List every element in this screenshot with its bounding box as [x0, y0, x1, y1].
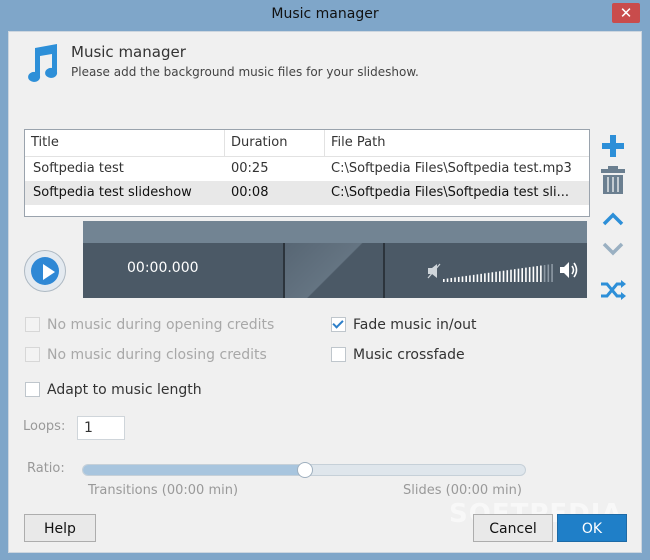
checkbox-label: Adapt to music length — [47, 382, 202, 398]
column-header-duration[interactable]: Duration — [225, 130, 325, 156]
volume-bar — [443, 279, 445, 282]
checkbox-box — [25, 381, 40, 397]
no-music-opening-checkbox[interactable]: No music during opening credits — [25, 316, 275, 333]
adapt-music-length-checkbox[interactable]: Adapt to music length — [25, 381, 202, 398]
row-file-path: C:\Softpedia Files\Softpedia test.mp3 — [331, 161, 572, 176]
volume-bar — [465, 275, 467, 282]
volume-bar — [476, 274, 479, 282]
volume-bar — [521, 268, 523, 282]
checkbox-label: Music crossfade — [353, 347, 465, 363]
volume-bar — [484, 273, 486, 282]
column-header-file-path[interactable]: File Path — [325, 130, 589, 156]
volume-bar — [491, 272, 494, 282]
volume-bar — [469, 275, 471, 282]
volume-bar — [461, 276, 464, 282]
chevron-up-icon[interactable] — [601, 210, 625, 228]
volume-bar — [517, 268, 520, 282]
loops-input[interactable]: 1 — [77, 416, 125, 440]
cancel-button[interactable]: Cancel — [473, 514, 553, 542]
fade-music-checkbox[interactable]: Fade music in/out — [331, 316, 477, 333]
waveform-strip — [83, 221, 587, 243]
checkbox-box — [331, 316, 346, 332]
volume-bar — [543, 265, 546, 282]
loops-label: Loops: — [23, 419, 66, 434]
volume-bar — [446, 278, 449, 282]
player-divider — [283, 243, 285, 298]
music-manager-window: Music manager ✕ Music manager Please add… — [0, 0, 650, 560]
music-note-icon — [28, 44, 58, 82]
volume-bar — [480, 273, 482, 282]
trash-icon[interactable] — [599, 165, 627, 195]
row-duration: 00:08 — [231, 185, 269, 200]
player-decoration — [285, 243, 383, 298]
speaker-high-icon[interactable] — [559, 260, 579, 280]
close-button[interactable]: ✕ — [612, 3, 640, 23]
help-button[interactable]: Help — [24, 514, 96, 542]
checkbox-box — [25, 346, 40, 362]
row-file-path: C:\Softpedia Files\Softpedia test sli... — [331, 185, 569, 200]
music-crossfade-checkbox[interactable]: Music crossfade — [331, 346, 465, 363]
volume-slider[interactable] — [443, 263, 555, 283]
ratio-slider-thumb[interactable] — [297, 462, 313, 478]
volume-bar — [510, 269, 512, 282]
ratio-slider-fill — [83, 465, 304, 475]
volume-bar — [540, 265, 542, 282]
dialog-header: Music manager Please add the background … — [9, 32, 641, 102]
table-row[interactable]: Softpedia test 00:25 C:\Softpedia Files\… — [25, 157, 589, 181]
volume-bar — [525, 267, 527, 282]
row-title: Softpedia test slideshow — [33, 185, 192, 200]
dialog-content: Music manager Please add the background … — [8, 31, 642, 553]
plus-icon[interactable] — [599, 132, 627, 160]
volume-bar — [513, 269, 516, 282]
table-row[interactable]: Softpedia test slideshow 00:08 C:\Softpe… — [25, 181, 589, 205]
player-divider — [383, 243, 385, 298]
transitions-label: Transitions (00:00 min) — [88, 483, 239, 498]
ratio-slider[interactable] — [82, 462, 526, 478]
checkbox-label: Fade music in/out — [353, 317, 477, 333]
volume-bar — [457, 276, 460, 282]
music-list[interactable]: Title Duration File Path Softpedia test … — [24, 129, 590, 217]
play-icon — [31, 257, 59, 285]
window-title: Music manager — [271, 6, 379, 22]
row-duration: 00:25 — [231, 161, 269, 176]
speaker-low-icon[interactable] — [427, 263, 441, 279]
chevron-down-icon[interactable] — [601, 240, 625, 258]
volume-bar — [472, 274, 475, 282]
checkbox-label: No music during closing credits — [47, 347, 267, 363]
volume-bar — [499, 271, 501, 282]
title-bar: Music manager ✕ — [0, 0, 650, 30]
volume-bar — [495, 271, 497, 282]
volume-bar — [506, 270, 509, 282]
checkbox-box — [25, 316, 40, 332]
volume-bar — [536, 266, 538, 282]
volume-bar — [528, 267, 531, 282]
slides-label: Slides (00:00 min) — [403, 483, 522, 498]
volume-bar — [454, 277, 456, 282]
audio-player: 00:00.000 — [83, 221, 587, 298]
volume-bar — [502, 270, 505, 282]
column-header-title[interactable]: Title — [25, 130, 225, 156]
volume-bar — [487, 272, 490, 282]
volume-bar — [551, 264, 553, 282]
play-button[interactable] — [24, 250, 66, 292]
no-music-closing-checkbox[interactable]: No music during closing credits — [25, 346, 267, 363]
volume-bar — [450, 277, 453, 282]
header-subtitle: Please add the background music files fo… — [71, 65, 419, 79]
row-title: Softpedia test — [33, 161, 124, 176]
header-title: Music manager — [71, 43, 186, 61]
list-header: Title Duration File Path — [25, 130, 589, 157]
playback-time: 00:00.000 — [127, 260, 199, 276]
volume-bar — [547, 264, 550, 282]
volume-bar — [532, 266, 535, 282]
shuffle-icon[interactable] — [599, 278, 627, 302]
checkbox-label: No music during opening credits — [47, 317, 275, 333]
checkbox-box — [331, 346, 346, 362]
ok-button[interactable]: OK — [557, 514, 627, 542]
ratio-label: Ratio: — [27, 461, 65, 476]
